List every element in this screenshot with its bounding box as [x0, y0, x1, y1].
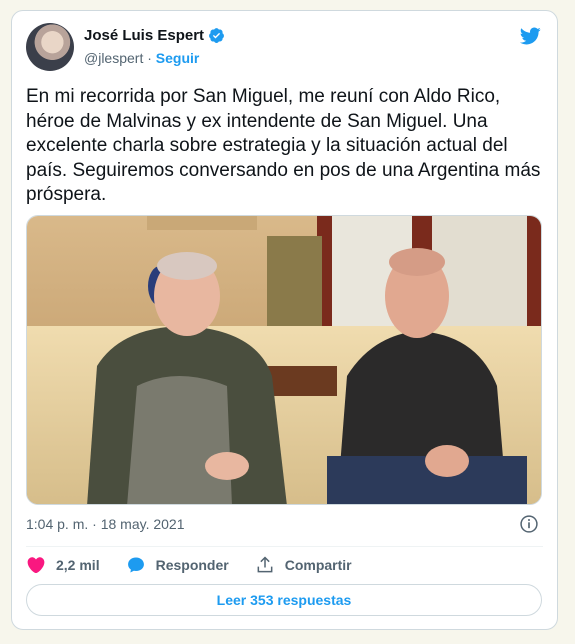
like-button[interactable]: 2,2 mil [26, 555, 100, 575]
action-bar: 2,2 mil Responder Compartir [26, 555, 378, 575]
tweet-timestamp[interactable]: 1:04 p. m. · 18 may. 2021 [26, 516, 185, 532]
author-name-row: José Luis Espert [84, 27, 225, 44]
twitter-bird-icon[interactable] [517, 25, 543, 47]
author-handle-row: @jlespert · Seguir [84, 50, 199, 66]
follow-button[interactable]: Seguir [156, 50, 200, 66]
tweet-card: José Luis Espert @jlespert · Seguir En m… [11, 10, 558, 630]
avatar[interactable] [26, 23, 74, 71]
share-button[interactable]: Compartir [255, 555, 352, 575]
reply-bubble-icon [127, 557, 144, 573]
divider [26, 546, 543, 547]
verified-badge-icon [209, 28, 224, 43]
tweet-text: En mi recorrida por San Miguel, me reuní… [26, 86, 541, 205]
reply-label: Responder [155, 557, 229, 573]
share-label: Compartir [284, 557, 352, 573]
read-replies-button[interactable]: Leer 353 respuestas [26, 584, 542, 616]
author-name[interactable]: José Luis Espert [84, 27, 204, 44]
handle-separator: · [147, 50, 152, 66]
photo-image [27, 216, 541, 504]
reply-button[interactable]: Responder [126, 555, 229, 575]
author-handle[interactable]: @jlespert [84, 50, 143, 66]
tweet-photo[interactable] [26, 215, 542, 505]
share-icon [257, 556, 273, 573]
heart-icon [27, 557, 45, 574]
likes-count: 2,2 mil [56, 557, 100, 573]
info-icon[interactable] [519, 514, 539, 534]
